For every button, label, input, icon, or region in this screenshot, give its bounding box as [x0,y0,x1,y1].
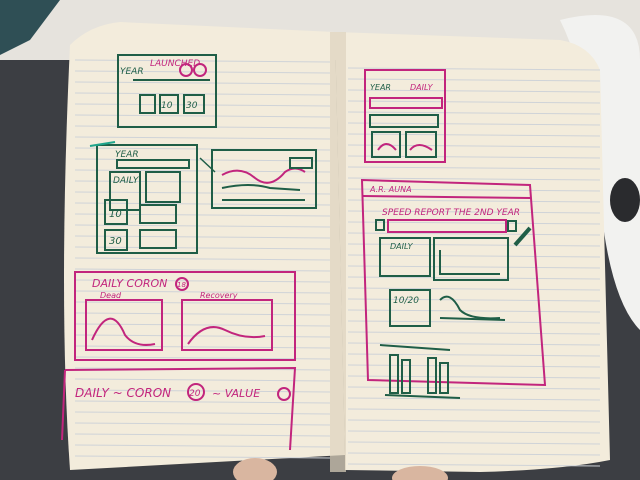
right-main-instruction: SPEED REPORT THE 2ND YEAR [382,208,520,218]
right-main-daily-label: DAILY [390,242,414,251]
right-top-daily-label: DAILY [410,83,434,92]
dark-spot-right [610,178,640,222]
left-bottom-suffix: ~ VALUE [212,387,260,400]
left-top-header-label: LAUNCHED [150,59,200,69]
left-mid-daily-label: DAILY [113,176,140,186]
left-mid-year-label: YEAR [115,150,139,160]
right-main-heading: A.R. AUNA [369,185,412,194]
right-main-tile-value: 10/20 [393,296,419,306]
left-daily-corona-title: DAILY CORON [92,277,167,290]
left-top-year-label: YEAR [120,67,144,77]
left-top-tile-2: 30 [186,101,198,111]
left-mid-tile-2: 30 [109,236,122,247]
left-mid-tile-1: 10 [109,209,122,220]
right-top-year-label: YEAR [370,83,391,92]
left-bottom-title: DAILY ~ CORON [75,386,171,400]
left-top-tile-1: 10 [161,101,173,111]
left-daily-corona-label-left: Dead [100,291,122,300]
left-daily-corona-label-right: Recovery [200,291,238,300]
spine-shadow [330,32,346,472]
left-bottom-badge: 20 [189,389,201,399]
notebook-photo: LAUNCHED YEAR 10 30 YEAR DAILY 10 30 DAI… [0,0,640,480]
left-daily-corona-badge: 18 [177,281,186,289]
